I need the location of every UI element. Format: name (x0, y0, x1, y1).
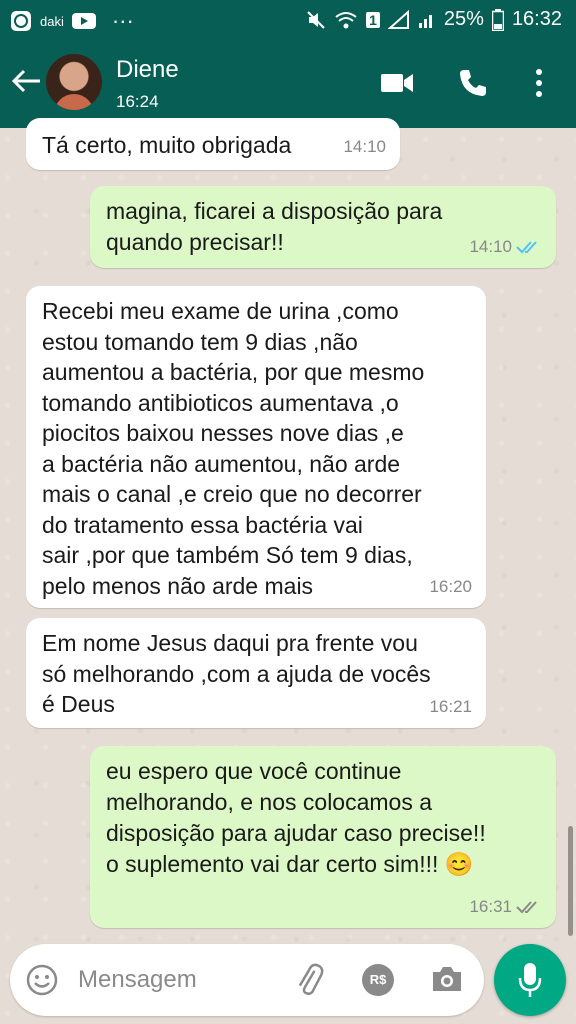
message-text: Recebi meu exame de urina ,como estou to… (42, 298, 425, 599)
message-time: 16:20 (429, 576, 472, 596)
chat-scrollbar[interactable] (568, 826, 573, 936)
message-bubble-outgoing[interactable]: eu espero que você continue melhorando, … (90, 746, 556, 928)
message-bubble-outgoing[interactable]: magina, ficarei a disposição para quando… (90, 186, 556, 268)
battery-icon (491, 8, 504, 31)
message-bubble-incoming[interactable]: Em nome Jesus daqui pra frente vou só me… (26, 618, 486, 728)
chat-header: Diene 16:24 (0, 40, 576, 128)
contact-last-seen: 16:24 (116, 92, 159, 111)
message-time: 14:10 (469, 236, 512, 256)
payment-icon[interactable]: R$ (362, 964, 394, 996)
message-time: 14:10 (343, 136, 386, 156)
message-time: 16:21 (429, 696, 472, 716)
signal-icon (387, 9, 409, 29)
message-text: eu espero que você continue melhorando, … (106, 758, 486, 877)
avatar[interactable] (46, 54, 102, 110)
contact-name[interactable]: Diene (116, 56, 179, 84)
attach-clip-icon[interactable] (292, 962, 326, 998)
signal-bars-icon (418, 14, 432, 28)
clock: 16:32 (511, 8, 562, 30)
message-input[interactable]: Mensagem (78, 966, 197, 994)
wifi-icon (335, 11, 357, 28)
voice-call-icon[interactable] (458, 68, 488, 98)
message-text: Tá certo, muito obrigada (42, 132, 292, 158)
whatsapp-notification-icon (11, 11, 31, 31)
video-call-icon[interactable] (380, 68, 414, 98)
voice-record-button[interactable] (494, 944, 566, 1016)
delivered-double-check-icon (516, 900, 537, 913)
more-options-icon[interactable] (534, 68, 544, 98)
status-bar: daki ··· 1 25% 16:32 (0, 0, 576, 40)
emoji-icon[interactable] (26, 964, 58, 996)
read-double-check-icon (516, 241, 537, 254)
app-notification-label: daki (40, 13, 64, 29)
more-notifications-dots: ··· (111, 8, 134, 33)
message-time: 16:31 (469, 897, 512, 916)
camera-icon[interactable] (430, 964, 464, 994)
message-text: Em nome Jesus daqui pra frente vou só me… (42, 630, 431, 717)
message-bubble-incoming[interactable]: Recebi meu exame de urina ,como estou to… (26, 286, 486, 608)
message-input-bar[interactable]: Mensagem R$ (10, 944, 484, 1016)
back-arrow-icon[interactable] (10, 64, 44, 98)
youtube-icon (71, 13, 96, 29)
battery-percent: 25% (443, 8, 484, 30)
sim-badge: 1 (366, 11, 380, 28)
message-bubble-incoming[interactable]: Tá certo, muito obrigada 14:10 (26, 118, 400, 170)
microphone-icon (518, 963, 542, 997)
mute-icon (307, 10, 325, 29)
